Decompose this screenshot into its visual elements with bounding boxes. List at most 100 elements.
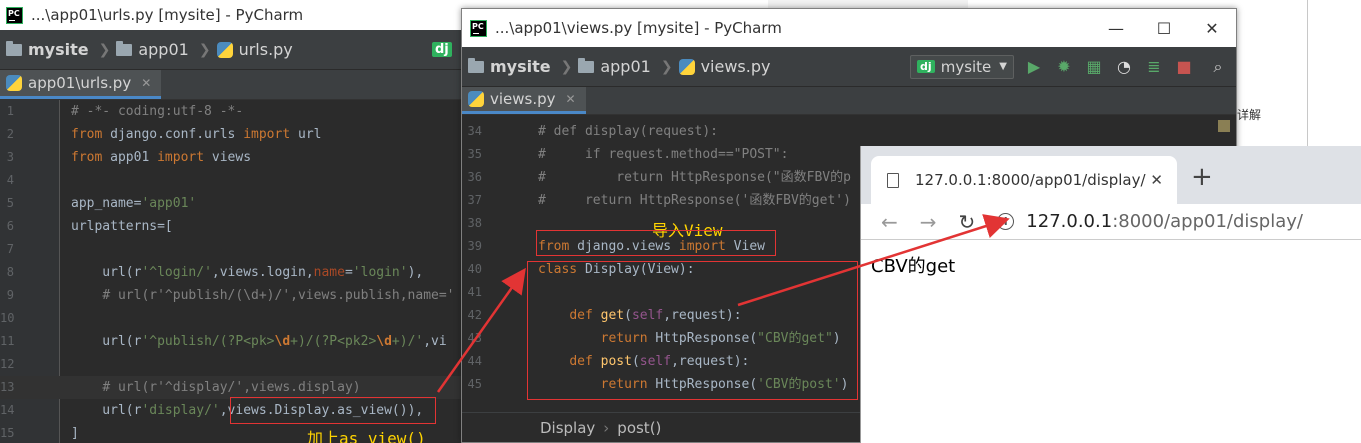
line-number: 4 bbox=[6, 173, 14, 187]
browser-tab[interactable]: 127.0.0.1:8000/app01/display/ ✕ bbox=[871, 156, 1177, 204]
editor-tabs: views.py ✕ bbox=[462, 87, 1236, 115]
code-line[interactable]: 11 url(r'^publish/(?P<pk>\d+)/(?P<pk2>\d… bbox=[0, 330, 470, 353]
code-editor[interactable]: 1 # -*- coding:utf-8 -*- 2 from django.conf… bbox=[0, 100, 470, 443]
reload-icon[interactable]: ↻ bbox=[959, 210, 976, 234]
django-run-config[interactable]: dj bbox=[432, 42, 452, 57]
line-number: 44 bbox=[467, 354, 482, 368]
minimize-button[interactable]: — bbox=[1092, 9, 1140, 47]
line-number: 37 bbox=[467, 193, 482, 207]
info-icon[interactable]: i bbox=[997, 213, 1015, 230]
breadcrumb-file[interactable]: views.py bbox=[678, 57, 770, 76]
editor-tabs: app01\urls.py ✕ bbox=[0, 70, 470, 100]
highlight-box-import bbox=[536, 230, 776, 256]
tab-views-py[interactable]: views.py ✕ bbox=[462, 87, 586, 114]
chevron-right-icon: ❯ bbox=[98, 41, 111, 58]
line-number: 38 bbox=[467, 216, 482, 230]
coverage-icon[interactable]: ▦ bbox=[1084, 57, 1104, 77]
window-title: ...\app01\urls.py [mysite] - PyCharm bbox=[31, 6, 304, 24]
background-page-edge bbox=[1307, 0, 1308, 146]
profile-icon[interactable]: ◔ bbox=[1114, 57, 1134, 77]
maximize-button[interactable]: ☐ bbox=[1140, 9, 1188, 47]
background-snippet: 详解 bbox=[1237, 108, 1262, 122]
code-text: url(r'^login/',views.login,name='login')… bbox=[71, 265, 424, 280]
line-number: 34 bbox=[467, 124, 482, 138]
breadcrumb-method[interactable]: post() bbox=[617, 419, 661, 437]
browser-tabstrip: 127.0.0.1:8000/app01/display/ ✕ + bbox=[861, 146, 1361, 204]
code-line[interactable]: 12 bbox=[0, 353, 470, 376]
code-line[interactable]: 34 # def display(request): bbox=[462, 120, 1236, 143]
address-bar[interactable]: 127.0.0.1:8000/app01/display/ bbox=[1026, 211, 1303, 232]
breadcrumb-folder[interactable]: app01 bbox=[116, 40, 189, 59]
code-line[interactable]: 5 app_name='app01' bbox=[0, 192, 470, 215]
tab-urls-py[interactable]: app01\urls.py ✕ bbox=[0, 70, 162, 99]
line-number: 1 bbox=[6, 104, 14, 118]
code-text: from django.conf.urls import url bbox=[71, 127, 322, 142]
code-line[interactable]: 1 # -*- coding:utf-8 -*- bbox=[0, 100, 470, 123]
run-config-dropdown[interactable]: dj mysite ▼ bbox=[910, 54, 1014, 79]
code-line[interactable]: 9 # url(r'^publish/(\d+)/',views.publish… bbox=[0, 284, 470, 307]
code-line[interactable]: 7 bbox=[0, 238, 470, 261]
folder-icon bbox=[116, 40, 133, 56]
code-line[interactable]: 3 from app01 import views bbox=[0, 146, 470, 169]
breadcrumb-project[interactable]: mysite bbox=[468, 57, 551, 76]
search-icon[interactable]: ⌕ bbox=[1208, 57, 1228, 77]
code-text: # return HttpResponse("函数FBV的p bbox=[538, 170, 851, 185]
annotation-as-view: 加上as_view() bbox=[307, 429, 426, 443]
close-tab-icon[interactable]: ✕ bbox=[566, 92, 576, 106]
line-number: 45 bbox=[467, 377, 482, 391]
background-window-strip bbox=[768, 0, 968, 8]
pycharm-icon: PC bbox=[6, 6, 23, 24]
page-icon bbox=[887, 172, 899, 188]
new-tab-icon[interactable]: + bbox=[1191, 162, 1213, 192]
breadcrumb-folder[interactable]: app01 bbox=[578, 57, 651, 76]
chevron-right-icon: › bbox=[603, 418, 610, 437]
highlight-box-as-view bbox=[230, 397, 436, 424]
code-text: url(r'^publish/(?P<pk>\d+)/(?P<pk2>\d+)/… bbox=[71, 334, 447, 349]
code-line[interactable]: 2 from django.conf.urls import url bbox=[0, 123, 470, 146]
debug-icon[interactable]: ✹ bbox=[1054, 57, 1074, 77]
code-line[interactable]: 6 urlpatterns=[ bbox=[0, 215, 470, 238]
close-button[interactable]: ✕ bbox=[1188, 9, 1236, 47]
line-number: 40 bbox=[467, 262, 482, 276]
line-number: 5 bbox=[6, 196, 14, 210]
breadcrumb-file[interactable]: urls.py bbox=[216, 40, 293, 59]
django-icon: dj bbox=[917, 60, 935, 73]
folder-icon bbox=[578, 57, 595, 73]
python-file-icon bbox=[678, 58, 695, 75]
breadcrumb-class[interactable]: Display bbox=[540, 419, 595, 437]
line-number: 39 bbox=[467, 239, 482, 253]
python-file-icon bbox=[468, 91, 484, 107]
back-arrow-icon[interactable]: ← bbox=[881, 210, 898, 234]
chevron-down-icon: ▼ bbox=[999, 61, 1007, 72]
code-line[interactable]: 13 # url(r'^display/',views.display) bbox=[0, 376, 470, 399]
code-line[interactable]: 8 url(r'^login/',views.login,name='login… bbox=[0, 261, 470, 284]
folder-icon bbox=[6, 40, 22, 56]
code-text: # -*- coding:utf-8 -*- bbox=[71, 104, 244, 119]
run-icon[interactable]: ▶ bbox=[1024, 57, 1044, 77]
code-text: # if request.method=="POST": bbox=[538, 147, 789, 162]
breadcrumb-project[interactable]: mysite bbox=[6, 40, 89, 59]
background-page: 详解 bbox=[1237, 0, 1361, 146]
line-number: 2 bbox=[6, 127, 14, 141]
forward-arrow-icon[interactable]: → bbox=[920, 210, 937, 234]
close-tab-icon[interactable]: ✕ bbox=[141, 76, 151, 90]
code-text: # url(r'^display/',views.display) bbox=[102, 380, 361, 395]
line-number: 7 bbox=[6, 242, 14, 256]
chevron-right-icon: ❯ bbox=[198, 41, 211, 58]
browser-tab-title: 127.0.0.1:8000/app01/display/ bbox=[915, 171, 1146, 189]
code-text: from app01 import views bbox=[71, 150, 252, 165]
code-line[interactable]: 4 bbox=[0, 169, 470, 192]
pycharm-window-urls: PC ...\app01\urls.py [mysite] - PyCharm … bbox=[0, 0, 470, 443]
code-text: # return HttpResponse('函数FBV的get') bbox=[538, 193, 851, 208]
stop-icon[interactable]: ■ bbox=[1174, 57, 1194, 77]
title-bar: PC ...\app01\views.py [mysite] - PyCharm… bbox=[462, 9, 1236, 47]
run-toolbar: dj mysite ▼ ▶ ✹ ▦ ◔ ≣ ■ ⌕ bbox=[910, 54, 1228, 79]
code-line[interactable]: 10 bbox=[0, 307, 470, 330]
pycharm-icon: PC bbox=[470, 19, 487, 37]
close-tab-icon[interactable]: ✕ bbox=[1150, 171, 1163, 189]
line-number: 9 bbox=[6, 288, 14, 302]
chevron-right-icon: ❯ bbox=[660, 58, 673, 75]
concurrency-icon[interactable]: ≣ bbox=[1144, 57, 1164, 77]
python-file-icon bbox=[216, 41, 233, 58]
chevron-right-icon: ❯ bbox=[560, 58, 573, 75]
